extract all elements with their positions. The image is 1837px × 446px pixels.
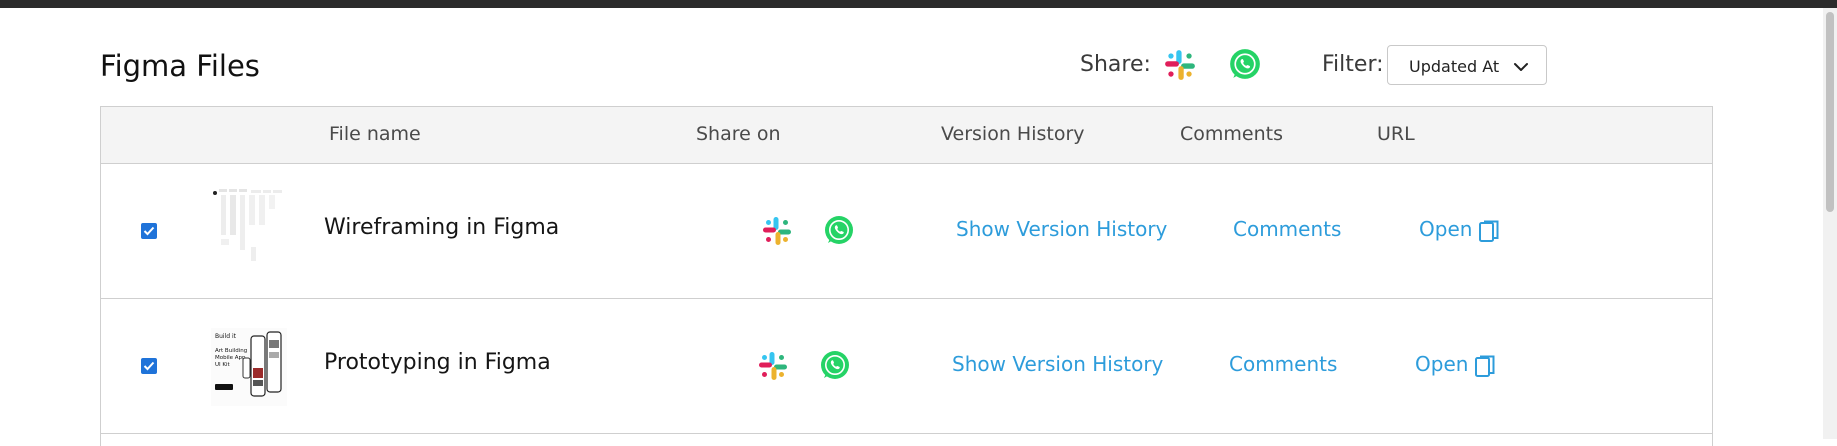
top-bar bbox=[0, 0, 1837, 8]
table-header: File name Share on Version History Comme… bbox=[101, 107, 1712, 164]
column-header-share-on: Share on bbox=[696, 123, 781, 145]
slack-icon[interactable] bbox=[761, 215, 793, 247]
table-row: Wireframing in Figma Show Version Histor bbox=[101, 164, 1712, 299]
open-link[interactable]: Open bbox=[1419, 217, 1472, 241]
row-checkbox[interactable] bbox=[141, 358, 157, 374]
whatsapp-icon[interactable] bbox=[819, 349, 851, 381]
show-version-history-link[interactable]: Show Version History bbox=[956, 217, 1167, 241]
slack-icon[interactable] bbox=[757, 350, 789, 382]
column-header-version-history: Version History bbox=[941, 123, 1085, 145]
show-version-history-link[interactable]: Show Version History bbox=[952, 352, 1163, 376]
row-checkbox[interactable] bbox=[141, 223, 157, 239]
thumbnail-text: Mobile App bbox=[215, 355, 246, 361]
thumbnail-text: Build it bbox=[215, 333, 237, 340]
comments-link[interactable]: Comments bbox=[1229, 352, 1337, 376]
file-thumbnail: Build it Art Building Mobile App UI Kit bbox=[211, 328, 287, 406]
chevron-down-icon bbox=[1513, 59, 1529, 73]
whatsapp-icon[interactable] bbox=[823, 214, 855, 246]
whatsapp-icon[interactable] bbox=[1228, 47, 1262, 81]
thumbnail-text: Art Building bbox=[215, 348, 247, 354]
column-header-comments: Comments bbox=[1180, 123, 1283, 145]
column-header-file-name: File name bbox=[329, 123, 421, 145]
slack-icon[interactable] bbox=[1163, 48, 1197, 82]
files-table: File name Share on Version History Comme… bbox=[100, 106, 1713, 446]
open-link[interactable]: Open bbox=[1415, 352, 1468, 376]
filter-dropdown[interactable]: Updated At bbox=[1387, 45, 1547, 85]
file-name[interactable]: Wireframing in Figma bbox=[324, 215, 559, 240]
filter-label: Filter: bbox=[1322, 52, 1384, 77]
comments-link[interactable]: Comments bbox=[1233, 217, 1341, 241]
file-name[interactable]: Prototyping in Figma bbox=[324, 350, 551, 375]
column-header-url: URL bbox=[1377, 123, 1415, 145]
thumbnail-text: UI Kit bbox=[215, 362, 231, 368]
file-thumbnail bbox=[211, 187, 287, 265]
filter-value: Updated At bbox=[1409, 57, 1500, 76]
copy-icon[interactable] bbox=[1478, 219, 1500, 245]
share-label: Share: bbox=[1080, 52, 1151, 77]
scrollbar-thumb[interactable] bbox=[1826, 12, 1834, 212]
table-row: Build it Art Building Mobile App UI Kit … bbox=[101, 299, 1712, 434]
page-title: Figma Files bbox=[100, 49, 260, 83]
copy-icon[interactable] bbox=[1474, 354, 1496, 380]
scrollbar[interactable] bbox=[1823, 8, 1837, 439]
